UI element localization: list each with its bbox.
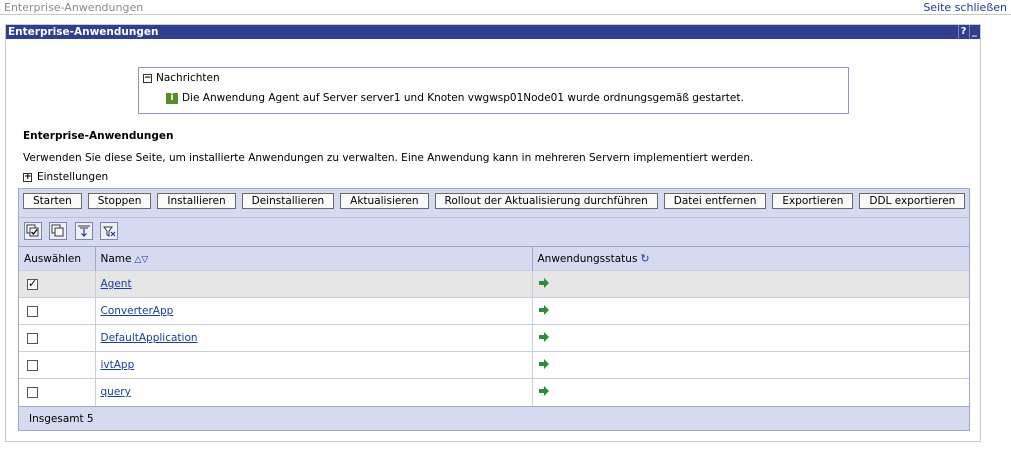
table-row[interactable]: query xyxy=(19,378,969,406)
row-checkbox[interactable] xyxy=(27,359,38,371)
table-header-row: Auswählen Name △▽ Anwendungsstatus ↻ xyxy=(19,246,969,271)
action-buttons: Starten Stoppen Installieren Deinstallieren… xyxy=(19,189,969,217)
rollout-update-button[interactable]: Rollout der Aktualisierung durchführen xyxy=(434,193,658,209)
messages-header: − Nachrichten xyxy=(143,72,220,84)
select-cell xyxy=(19,270,96,298)
applications-table: Auswählen Name△▽ Anwendungsstatus↻ Agent… xyxy=(19,246,969,406)
row-checkbox[interactable] xyxy=(27,305,38,317)
portlet-title-bar: Enterprise-Anwendungen ? _ xyxy=(6,25,980,39)
close-page-link[interactable]: Seite schließen xyxy=(923,1,1007,14)
name-cell: Agent xyxy=(95,270,533,298)
select-cell xyxy=(19,324,96,352)
app-link-agent[interactable]: Agent xyxy=(101,278,132,290)
select-all-icon[interactable] xyxy=(24,222,42,240)
table-row[interactable]: Agent xyxy=(19,270,969,298)
name-cell: DefaultApplication xyxy=(95,324,533,352)
status-column-header: Anwendungsstatus ↻ xyxy=(532,246,969,271)
status-cell xyxy=(532,270,969,298)
name-header-label: Name xyxy=(100,252,132,265)
info-icon: i xyxy=(166,92,178,104)
status-cell xyxy=(532,351,969,379)
remove-file-button[interactable]: Datei entfernen xyxy=(663,193,767,209)
message-line: i Die Anwendung Agent auf Server server1 … xyxy=(166,92,744,104)
table-row[interactable]: ConverterApp xyxy=(19,297,969,325)
deselect-all-icon[interactable] xyxy=(49,222,68,240)
section-title: Enterprise-Anwendungen xyxy=(23,130,174,142)
app-link-converterapp[interactable]: ConverterApp xyxy=(101,305,174,317)
name-cell: ivtApp xyxy=(95,351,533,379)
messages-label: Nachrichten xyxy=(156,72,220,84)
app-link-ivtapp[interactable]: ivtApp xyxy=(101,359,135,371)
started-arrow-icon xyxy=(538,331,550,346)
sort-icon[interactable]: △▽ xyxy=(134,255,148,265)
status-cell xyxy=(532,378,969,406)
uninstall-button[interactable]: Deinstallieren xyxy=(241,193,335,209)
clear-filter-icon[interactable] xyxy=(100,222,119,240)
update-button[interactable]: Aktualisieren xyxy=(340,193,429,209)
table-toolbar xyxy=(19,217,969,246)
install-button[interactable]: Installieren xyxy=(157,193,236,209)
table-row[interactable]: ivtApp xyxy=(19,351,969,379)
select-cell xyxy=(19,351,96,379)
name-cell: ConverterApp xyxy=(95,297,533,325)
status-cell xyxy=(532,297,969,325)
expand-settings-icon[interactable]: + xyxy=(23,172,32,182)
status-header-label: Anwendungsstatus xyxy=(537,253,638,265)
messages-box: − Nachrichten i Die Anwendung Agent auf Se… xyxy=(138,67,849,114)
export-ddl-button[interactable]: DDL exportieren xyxy=(859,193,966,209)
stop-button[interactable]: Stoppen xyxy=(87,193,152,209)
app-link-defaultapplication[interactable]: DefaultApplication xyxy=(101,332,198,344)
refresh-status-icon[interactable]: ↻ xyxy=(640,252,649,265)
applications-table-panel: Starten Stoppen Installieren Deinstallieren… xyxy=(18,188,970,431)
app-link-query[interactable]: query xyxy=(101,386,131,398)
settings-label: Einstellungen xyxy=(37,171,109,183)
section-description: Verwenden Sie diese Seite, um installier… xyxy=(23,152,754,164)
row-checkbox[interactable] xyxy=(27,332,38,344)
show-filter-icon[interactable] xyxy=(74,222,93,240)
select-column-header: Auswählen xyxy=(19,246,96,271)
portlet-title: Enterprise-Anwendungen xyxy=(8,26,159,38)
minimize-icon[interactable]: _ xyxy=(969,25,979,39)
export-button[interactable]: Exportieren xyxy=(772,193,854,209)
collapse-messages-icon[interactable]: − xyxy=(143,73,152,83)
started-arrow-icon xyxy=(538,304,550,319)
name-column-header[interactable]: Name △▽ xyxy=(95,246,533,271)
table-total: Insgesamt 5 xyxy=(19,405,969,430)
name-cell: query xyxy=(95,378,533,406)
row-checkbox[interactable] xyxy=(27,277,38,290)
portlet: Enterprise-Anwendungen ? _ − Nachrichten … xyxy=(5,24,981,442)
table-row[interactable]: DefaultApplication xyxy=(19,324,969,352)
status-cell xyxy=(532,324,969,352)
start-button[interactable]: Starten xyxy=(23,193,82,209)
select-cell xyxy=(19,378,96,406)
settings-toggle[interactable]: + Einstellungen xyxy=(23,171,108,183)
select-cell xyxy=(19,297,96,325)
page-title: Enterprise-Anwendungen xyxy=(4,1,144,14)
help-icon[interactable]: ? xyxy=(958,25,968,39)
started-arrow-icon xyxy=(538,358,550,373)
row-checkbox[interactable] xyxy=(27,386,38,398)
message-text: Die Anwendung Agent auf Server server1 u… xyxy=(182,92,744,104)
started-arrow-icon xyxy=(538,277,550,292)
started-arrow-icon xyxy=(538,385,550,400)
top-divider xyxy=(0,14,1011,15)
